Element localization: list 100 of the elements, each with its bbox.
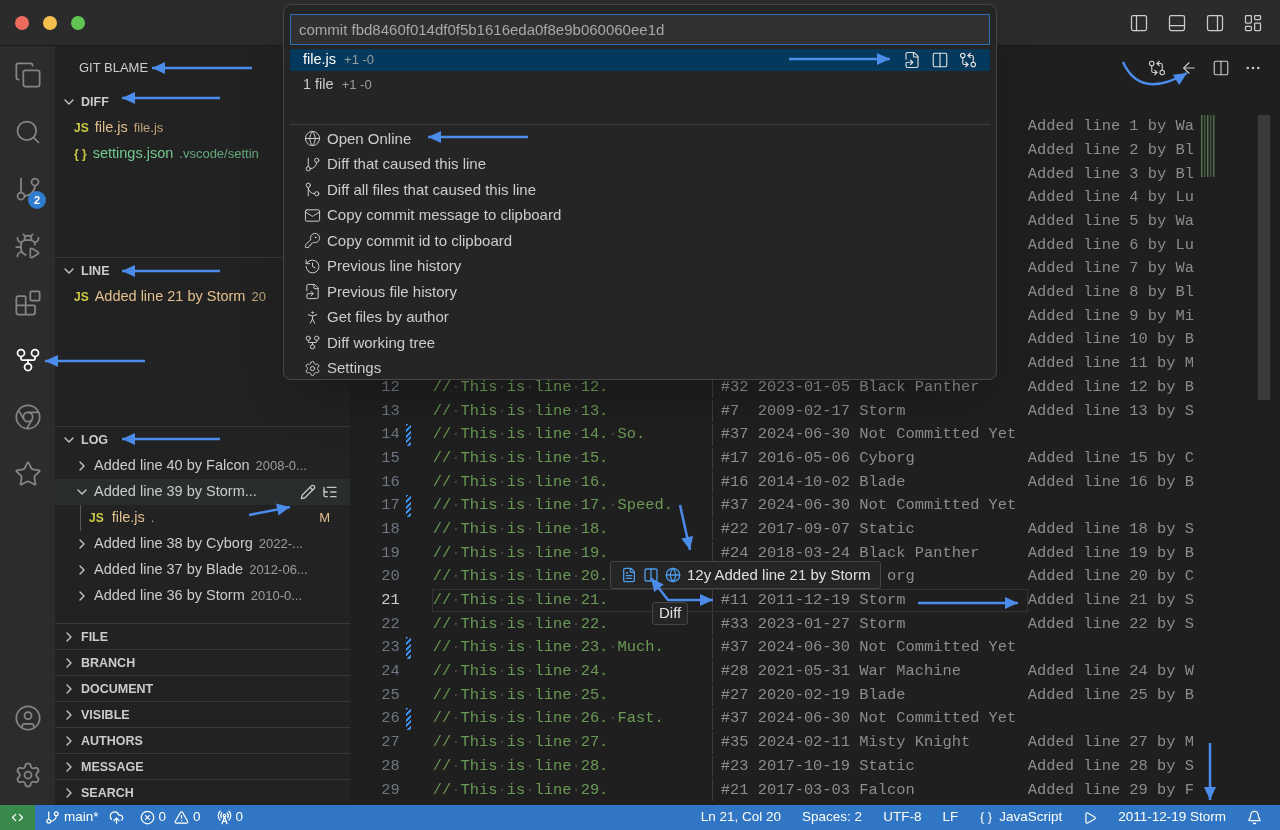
blame-annotation: #16 2014-10-02 Blade — [720, 471, 906, 493]
section-header[interactable]: SEARCH — [55, 780, 350, 806]
hover-text: 12y Added line 21 by Storm — [687, 564, 871, 585]
ports-button[interactable]: 0 — [216, 807, 244, 828]
menu-item[interactable]: Copy commit message to clipboard — [284, 202, 996, 228]
commit-item[interactable]: Added line 38 by Cyborg 2022-... — [55, 531, 350, 557]
pencil-icon[interactable] — [300, 484, 316, 500]
cursor-position[interactable]: Ln 21, Col 20 — [700, 807, 782, 828]
split-editor-icon[interactable] — [1212, 59, 1230, 77]
files-icon[interactable] — [13, 60, 42, 89]
file-item[interactable]: JS file.js . M — [55, 505, 350, 531]
commit-item[interactable]: Added line 39 by Storm... — [55, 479, 350, 505]
line-number: 13 — [381, 400, 400, 422]
code-text: //·This·is·line·21. — [432, 590, 609, 612]
language-mode[interactable]: JavaScript — [979, 807, 1063, 828]
menu-item[interactable]: Get files by author — [284, 304, 996, 330]
commit-message: Added line 7 by Wa — [1027, 258, 1194, 280]
zoom-window-button[interactable] — [71, 15, 85, 30]
line-number: 16 — [381, 471, 400, 493]
commit-item[interactable]: Added line 37 by Blade 2012-06... — [55, 557, 350, 583]
line-number: 21 — [381, 590, 400, 612]
warning-count: 0 — [193, 808, 201, 827]
list-icon[interactable] — [322, 484, 338, 500]
badge: 2 — [28, 191, 46, 209]
commit-message: Added line 1 by Wa — [1027, 116, 1194, 138]
mail-icon — [304, 206, 321, 224]
menu-item[interactable]: Settings — [284, 355, 996, 379]
section-header[interactable]: VISIBLE — [55, 702, 350, 728]
menu-item[interactable]: Diff all files that caused this line — [284, 177, 996, 203]
commit-message: Added line 6 by Lu — [1027, 234, 1194, 256]
commit-item[interactable]: Added line 40 by Falcon 2008-0... — [55, 453, 350, 479]
menu-item[interactable]: Previous file history — [284, 279, 996, 305]
section-header[interactable]: AUTHORS — [55, 728, 350, 754]
indentation[interactable]: Spaces: 2 — [802, 807, 863, 828]
scrollbar-thumb[interactable] — [1258, 115, 1270, 400]
blame-annotation: #37 2024-06-30 Not Committed Yet — [720, 495, 1017, 517]
code-text: //·This·is·line·25. — [432, 684, 609, 706]
commit-message: Added line 18 by S — [1027, 518, 1194, 540]
file-name: file.js — [94, 118, 128, 138]
section-header[interactable]: MESSAGE — [55, 754, 350, 780]
play-icon[interactable] — [1083, 810, 1098, 825]
open-file-icon[interactable] — [903, 51, 921, 69]
toggle-panel-icon[interactable] — [1167, 12, 1187, 33]
split-icon[interactable] — [643, 567, 659, 583]
file-name: settings.json — [92, 144, 174, 164]
line-ending[interactable]: LF — [942, 807, 959, 828]
file-row[interactable]: file.js +1 -0 — [290, 49, 990, 71]
blame-annotation: #27 2020-02-19 Blade — [720, 684, 906, 706]
file-path: 20 — [251, 288, 266, 307]
section-header[interactable]: DOCUMENT — [55, 676, 350, 702]
section-title: DOCUMENT — [81, 680, 154, 698]
change-stats: +1 -0 — [344, 51, 375, 70]
menu-item[interactable]: Previous line history — [284, 253, 996, 279]
section-title: DIFF — [81, 93, 109, 111]
menu-item[interactable]: Diff working tree — [284, 330, 996, 356]
compare-icon[interactable] — [1148, 59, 1166, 77]
section-title: FILE — [81, 628, 109, 646]
toggle-sidebar-icon[interactable] — [1129, 12, 1149, 33]
compare-icon[interactable] — [959, 51, 977, 69]
run-debug-icon[interactable] — [13, 231, 42, 260]
branch-button[interactable]: main* — [45, 807, 124, 828]
minimize-window-button[interactable] — [43, 15, 57, 30]
blame-annotation: org — [887, 566, 915, 588]
section-header[interactable]: FILE — [55, 624, 350, 650]
blame-annotation: #22 2017-09-07 Static — [720, 519, 915, 540]
code-text: //·This·is·line·12. — [432, 376, 609, 398]
broadcast-icon — [216, 810, 232, 825]
globe-icon[interactable] — [665, 567, 681, 583]
encoding[interactable]: UTF-8 — [883, 807, 922, 828]
toggle-secondary-sidebar-icon[interactable] — [1205, 12, 1225, 33]
ring-icon[interactable] — [13, 402, 42, 431]
file-type-icon: JS — [74, 288, 89, 306]
blame-status[interactable]: 2011-12-19 Storm — [1118, 807, 1226, 828]
section-title: MESSAGE — [81, 758, 144, 776]
commit-item[interactable]: Added line 36 by Storm 2010-0... — [55, 583, 350, 609]
menu-item[interactable]: Diff that caused this line — [284, 151, 996, 177]
commit-date: 2012-06... — [249, 561, 308, 580]
bell-icon[interactable] — [1247, 810, 1262, 825]
commit-message: Added line 19 by B — [1027, 542, 1194, 564]
line-number: 24 — [381, 661, 400, 683]
commit-date: 2010-0... — [250, 587, 303, 606]
star-icon[interactable] — [13, 459, 42, 488]
section-header[interactable]: LOG — [55, 427, 350, 453]
commit-date: 2008-0... — [255, 457, 307, 476]
menu-item[interactable]: Open Online — [284, 126, 996, 152]
customize-layout-icon[interactable] — [1243, 12, 1263, 33]
document-icon[interactable] — [621, 567, 637, 583]
account-icon[interactable] — [13, 703, 42, 732]
blame-annotation: #17 2016-05-06 Cyborg — [720, 447, 915, 469]
commit-search-field[interactable]: commit fbd8460f014df0f5b1616eda0f8e9b060060ee1d — [290, 14, 990, 45]
close-window-button[interactable] — [15, 15, 29, 30]
menu-item[interactable]: Copy commit id to clipboard — [284, 228, 996, 254]
problems-button[interactable]: 0 0 — [139, 807, 201, 828]
file-arrow-icon — [304, 283, 321, 301]
code-text: //·This·is·line·24. — [432, 661, 609, 683]
section-header[interactable]: BRANCH — [55, 650, 350, 676]
commit-message: Added line 12 by B — [1027, 376, 1194, 398]
merge-icon — [304, 181, 321, 199]
code-text: //·This·is·line·15. — [432, 447, 609, 469]
extensions-icon[interactable] — [13, 288, 42, 317]
